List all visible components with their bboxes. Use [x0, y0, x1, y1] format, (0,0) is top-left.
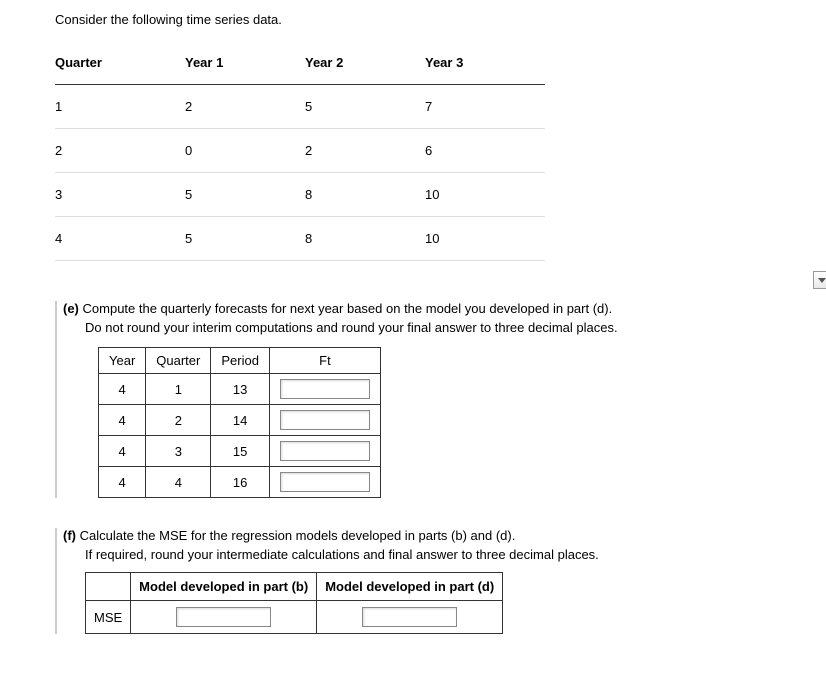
- cell: 3: [146, 436, 211, 467]
- cell: 2: [55, 129, 185, 173]
- forecast-table: Year Quarter Period Ft 4 1 13 4 2 14 4 3: [98, 347, 381, 498]
- question-e: (e) Compute the quarterly forecasts for …: [55, 301, 771, 498]
- ft-input-14[interactable]: [280, 410, 370, 430]
- mse-row: MSE: [86, 601, 503, 634]
- cell: 16: [211, 467, 270, 498]
- time-series-table: Quarter Year 1 Year 2 Year 3 1 2 5 7 2 0…: [55, 47, 545, 261]
- q-e-text1: Compute the quarterly forecasts for next…: [83, 301, 613, 316]
- cell: 4: [55, 217, 185, 261]
- intro-text: Consider the following time series data.: [55, 12, 771, 27]
- q-e-text2: Do not round your interim computations a…: [85, 320, 771, 335]
- cell: 7: [425, 85, 545, 129]
- mse-table: Model developed in part (b) Model develo…: [85, 572, 503, 634]
- table-row: 1 2 5 7: [55, 85, 545, 129]
- mse-h1: Model developed in part (b): [131, 573, 317, 601]
- col-year1: Year 1: [185, 47, 305, 85]
- cell: 5: [185, 173, 305, 217]
- cell: 4: [146, 467, 211, 498]
- table-row: 2 0 2 6: [55, 129, 545, 173]
- forecast-row: 4 3 15: [99, 436, 381, 467]
- table-row: 3 5 8 10: [55, 173, 545, 217]
- col-quarter: Quarter: [55, 47, 185, 85]
- cell: 8: [305, 217, 425, 261]
- mse-input-b[interactable]: [176, 607, 271, 627]
- cell: 4: [99, 436, 146, 467]
- fh-year: Year: [99, 348, 146, 374]
- ft-input-16[interactable]: [280, 472, 370, 492]
- cell: 2: [146, 405, 211, 436]
- fh-ft: Ft: [269, 348, 380, 374]
- ft-input-13[interactable]: [280, 379, 370, 399]
- mse-h2: Model developed in part (d): [317, 573, 503, 601]
- forecast-row: 4 4 16: [99, 467, 381, 498]
- cell: 2: [185, 85, 305, 129]
- cell: 14: [211, 405, 270, 436]
- mse-blank-header: [86, 573, 131, 601]
- cell: 0: [185, 129, 305, 173]
- cell: 4: [99, 467, 146, 498]
- fh-period: Period: [211, 348, 270, 374]
- cell: 4: [99, 405, 146, 436]
- forecast-row: 4 1 13: [99, 374, 381, 405]
- cell: 5: [185, 217, 305, 261]
- col-year2: Year 2: [305, 47, 425, 85]
- q-f-text2: If required, round your intermediate cal…: [85, 547, 771, 562]
- cell: 3: [55, 173, 185, 217]
- fh-quarter: Quarter: [146, 348, 211, 374]
- question-f: (f) Calculate the MSE for the regression…: [55, 528, 771, 634]
- cell: 1: [146, 374, 211, 405]
- cell: 10: [425, 173, 545, 217]
- mse-row-label: MSE: [86, 601, 131, 634]
- cell: 13: [211, 374, 270, 405]
- table-row: 4 5 8 10: [55, 217, 545, 261]
- cell: 8: [305, 173, 425, 217]
- chevron-down-icon[interactable]: [813, 271, 826, 289]
- cell: 1: [55, 85, 185, 129]
- cell: 6: [425, 129, 545, 173]
- col-year3: Year 3: [425, 47, 545, 85]
- mse-input-d[interactable]: [362, 607, 457, 627]
- cell: 15: [211, 436, 270, 467]
- cell: 2: [305, 129, 425, 173]
- ft-input-15[interactable]: [280, 441, 370, 461]
- cell: 10: [425, 217, 545, 261]
- q-f-text1: Calculate the MSE for the regression mod…: [80, 528, 516, 543]
- forecast-row: 4 2 14: [99, 405, 381, 436]
- q-e-label: (e): [63, 301, 79, 316]
- cell: 4: [99, 374, 146, 405]
- cell: 5: [305, 85, 425, 129]
- q-f-label: (f): [63, 528, 76, 543]
